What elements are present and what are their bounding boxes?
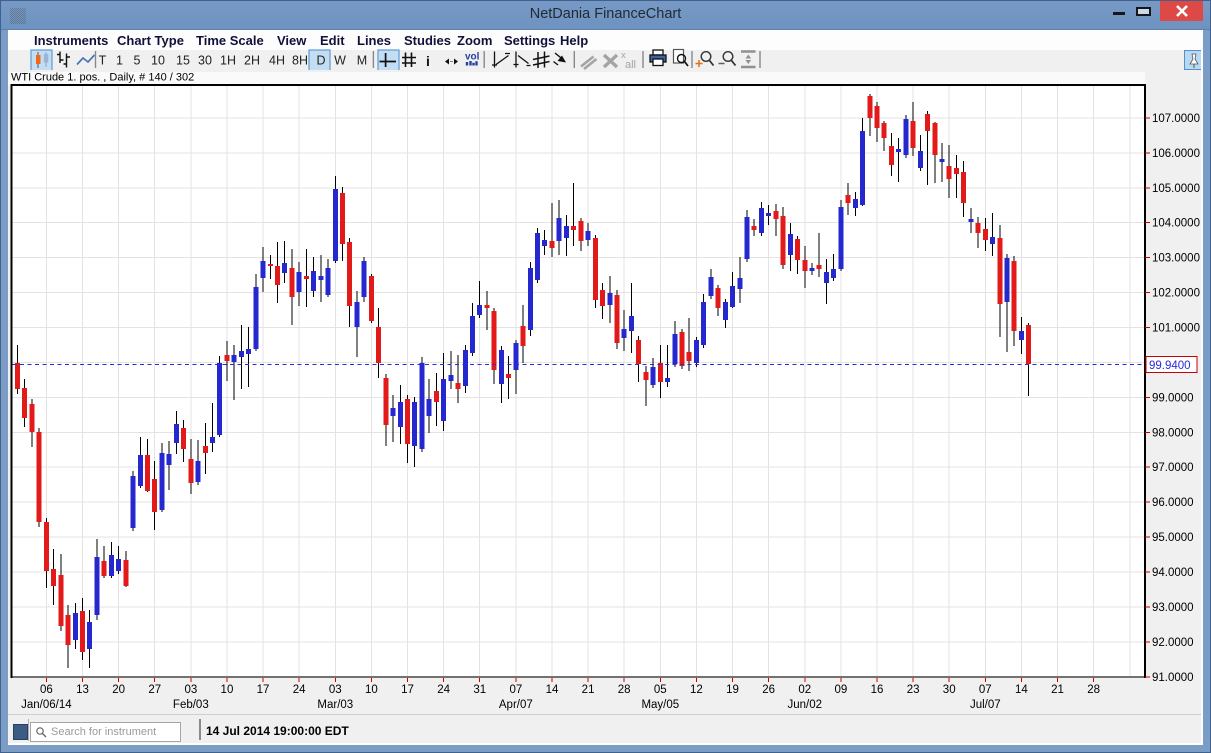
svg-text:26: 26 — [762, 684, 775, 696]
svg-text:03: 03 — [329, 684, 342, 696]
svg-text:W: W — [334, 54, 346, 68]
svg-text:5: 5 — [134, 54, 141, 68]
svg-text:10: 10 — [221, 684, 234, 696]
svg-text:21: 21 — [582, 684, 595, 696]
svg-text:101.0000: 101.0000 — [1152, 323, 1200, 335]
svg-text:14: 14 — [546, 684, 559, 696]
svg-text:92.0000: 92.0000 — [1152, 637, 1194, 649]
svg-text:Mar/03: Mar/03 — [317, 699, 353, 711]
svg-text:102.0000: 102.0000 — [1152, 288, 1200, 300]
svg-text:02: 02 — [798, 684, 811, 696]
svg-text:103.0000: 103.0000 — [1152, 253, 1200, 265]
svg-text:09: 09 — [834, 684, 847, 696]
svg-text:14: 14 — [1015, 684, 1028, 696]
svg-text:Jul/07: Jul/07 — [970, 699, 1001, 711]
svg-text:30: 30 — [198, 54, 212, 68]
svg-text:24: 24 — [437, 684, 450, 696]
svg-text:07: 07 — [979, 684, 992, 696]
svg-text:96.0000: 96.0000 — [1152, 497, 1194, 509]
svg-text:28: 28 — [1087, 684, 1100, 696]
svg-text:4H: 4H — [269, 54, 285, 68]
svg-text:M: M — [357, 54, 367, 68]
svg-text:21: 21 — [1051, 684, 1064, 696]
svg-text:16: 16 — [871, 684, 884, 696]
svg-text:28: 28 — [618, 684, 631, 696]
svg-text:06: 06 — [40, 684, 53, 696]
svg-text:19: 19 — [726, 684, 739, 696]
svg-text:99.0000: 99.0000 — [1152, 392, 1194, 404]
svg-text:WTI Crude 1. pos. , Daily, # 1: WTI Crude 1. pos. , Daily, # 140 / 302 — [11, 72, 194, 84]
svg-text:2H: 2H — [244, 54, 260, 68]
svg-text:05: 05 — [654, 684, 667, 696]
svg-text:106.0000: 106.0000 — [1152, 148, 1200, 160]
svg-text:12: 12 — [690, 684, 703, 696]
svg-text:13: 13 — [76, 684, 89, 696]
svg-text:15: 15 — [176, 54, 190, 68]
svg-text:105.0000: 105.0000 — [1152, 183, 1200, 195]
svg-text:91.0000: 91.0000 — [1152, 672, 1194, 684]
svg-text:31: 31 — [473, 684, 486, 696]
svg-text:94.0000: 94.0000 — [1152, 567, 1194, 579]
svg-text:Jan/06/14: Jan/06/14 — [21, 699, 72, 711]
svg-text:Apr/07: Apr/07 — [499, 699, 533, 711]
svg-text:23: 23 — [907, 684, 920, 696]
svg-text:17: 17 — [401, 684, 414, 696]
svg-text:Jun/02: Jun/02 — [787, 699, 822, 711]
svg-text:10: 10 — [365, 684, 378, 696]
svg-text:97.0000: 97.0000 — [1152, 462, 1194, 474]
svg-text:03: 03 — [184, 684, 197, 696]
svg-text:07: 07 — [509, 684, 522, 696]
svg-text:May/05: May/05 — [641, 699, 679, 711]
svg-text:17: 17 — [257, 684, 270, 696]
svg-text:1: 1 — [116, 54, 123, 68]
svg-text:99.9400: 99.9400 — [1149, 360, 1191, 372]
svg-text:i: i — [426, 53, 430, 69]
svg-text:98.0000: 98.0000 — [1152, 427, 1194, 439]
svg-text:24: 24 — [293, 684, 306, 696]
svg-text:27: 27 — [148, 684, 161, 696]
svg-text:vol: vol — [465, 52, 480, 63]
svg-text:93.0000: 93.0000 — [1152, 602, 1194, 614]
svg-text:8H: 8H — [292, 54, 308, 68]
svg-text:Feb/03: Feb/03 — [173, 699, 209, 711]
svg-text:1H: 1H — [220, 54, 236, 68]
svg-text:30: 30 — [943, 684, 956, 696]
svg-text:10: 10 — [151, 54, 165, 68]
svg-text:20: 20 — [112, 684, 125, 696]
svg-text:T: T — [99, 54, 107, 68]
svg-text:95.0000: 95.0000 — [1152, 532, 1194, 544]
svg-text:107.0000: 107.0000 — [1152, 113, 1200, 125]
svg-text:104.0000: 104.0000 — [1152, 218, 1200, 230]
svg-text:D: D — [316, 54, 325, 68]
